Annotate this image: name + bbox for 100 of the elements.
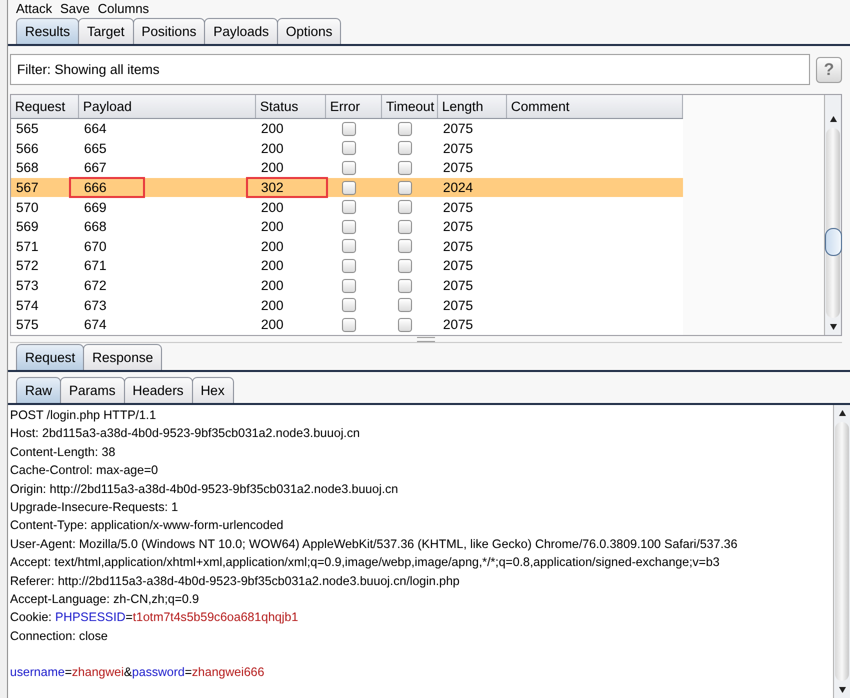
- column-header[interactable]: Payload: [79, 95, 256, 118]
- request-line: Accept-Language: zh-CN,zh;q=0.9: [10, 590, 200, 608]
- table-cell-text: 2075: [442, 296, 474, 315]
- checkbox[interactable]: [398, 239, 412, 254]
- request-line: User-Agent: Mozilla/5.0 (Windows NT 10.0; WOW64) AppleWebKit/537.36 (KHTML, like Gecko) Chrome/76.0.3809.100 Safari/537.36: [10, 536, 738, 553]
- column-header[interactable]: Timeout: [382, 95, 438, 118]
- request-line: Upgrade-Insecure-Requests: 1: [10, 498, 180, 516]
- tab[interactable]: Results: [16, 18, 80, 44]
- tab[interactable]: Positions: [132, 18, 206, 44]
- menu-item[interactable]: Attack: [16, 1, 52, 16]
- tab[interactable]: Payloads: [204, 18, 278, 44]
- tab[interactable]: Raw: [16, 377, 62, 403]
- table-cell-text: 200: [260, 257, 285, 276]
- table-cell-text: 670: [83, 238, 108, 256]
- scroll-down-icon[interactable]: [828, 322, 838, 331]
- tab[interactable]: Headers: [124, 377, 193, 403]
- table-cell-text: 568: [15, 159, 40, 178]
- splitter-handle[interactable]: [417, 336, 435, 342]
- tab[interactable]: Response: [83, 344, 162, 370]
- table-cell-text: 2075: [442, 140, 474, 158]
- table-cell-text: 2075: [442, 198, 474, 217]
- checkbox[interactable]: [398, 180, 412, 195]
- scrollbar-thumb[interactable]: [825, 228, 842, 256]
- checkbox[interactable]: [342, 278, 356, 293]
- table-cell-text: 2024: [442, 179, 474, 198]
- table-cell-text: 200: [260, 277, 285, 296]
- tab[interactable]: Target: [78, 18, 134, 44]
- table-row[interactable]: 567 666 302 2024: [11, 178, 683, 198]
- table-cell-text: 200: [260, 140, 285, 158]
- table-cell-text: 2075: [442, 218, 474, 236]
- scrollbar[interactable]: [833, 405, 850, 698]
- table-cell-text: 674: [83, 316, 108, 334]
- column-header[interactable]: Comment: [507, 95, 683, 118]
- checkbox[interactable]: [342, 200, 356, 214]
- table-cell-text: 200: [260, 198, 285, 217]
- table-cell-text: 668: [83, 218, 108, 236]
- table-cell-text: 565: [15, 120, 40, 138]
- checkbox[interactable]: [398, 141, 412, 156]
- checkbox[interactable]: [398, 220, 412, 234]
- request-line: Cache-Control: max-age=0: [10, 462, 159, 480]
- table-cell-text: 669: [83, 198, 108, 217]
- scroll-up-icon[interactable]: [838, 409, 846, 418]
- tab[interactable]: Hex: [192, 377, 234, 403]
- table-cell-text: 2075: [442, 277, 474, 296]
- checkbox[interactable]: [342, 180, 356, 195]
- menu-item[interactable]: Save: [60, 1, 90, 16]
- table-cell-text: 672: [83, 277, 108, 296]
- table-cell-text: 200: [260, 159, 285, 178]
- checkbox[interactable]: [398, 318, 412, 332]
- tab[interactable]: Request: [16, 344, 84, 370]
- scroll-down-icon[interactable]: [838, 685, 846, 694]
- checkbox[interactable]: [398, 258, 412, 273]
- tab[interactable]: Params: [60, 377, 125, 403]
- checkbox[interactable]: [342, 160, 356, 175]
- checkbox[interactable]: [342, 298, 356, 312]
- table-cell-text: 2075: [442, 238, 474, 256]
- table-cell-text: 667: [83, 159, 108, 178]
- column-header[interactable]: Length: [438, 95, 507, 118]
- checkbox[interactable]: [342, 258, 356, 273]
- table-cell-text: 574: [15, 296, 40, 315]
- table-cell-text: 2075: [442, 120, 474, 138]
- table-cell-text: 566: [15, 140, 40, 158]
- table-cell-text: 200: [260, 316, 285, 334]
- checkbox[interactable]: [342, 141, 356, 156]
- checkbox[interactable]: [342, 318, 356, 332]
- checkbox[interactable]: [398, 278, 412, 293]
- table-cell-text: 200: [260, 296, 285, 315]
- menu-item[interactable]: Columns: [98, 1, 150, 16]
- request-line: Connection: close: [10, 628, 109, 645]
- request-line: Accept: text/html,application/xhtml+xml,application/xml;q=0.9,image/webp,image/apng,*/*;q=0.8,application/signed-exchange;v=b3: [10, 554, 721, 572]
- request-body: username=zhangwei&password=zhangwei666: [10, 664, 266, 682]
- scroll-up-icon[interactable]: [828, 115, 838, 124]
- filter-bar[interactable]: Filter: Showing all items: [10, 54, 810, 85]
- help-button[interactable]: ?: [816, 56, 842, 82]
- request-line: Origin: http://2bd115a3-a38d-4b0d-9523-9bf35cb031a2.node3.buuoj.cn: [10, 480, 400, 498]
- table-cell-text: 200: [260, 120, 285, 138]
- table-cell-text: 200: [260, 218, 285, 236]
- checkbox[interactable]: [342, 220, 356, 234]
- table-cell-text: 671: [83, 257, 108, 276]
- checkbox[interactable]: [398, 160, 412, 175]
- request-line: Cookie: PHPSESSID=t1otm7t4s5b59c6oa681qhqjb1: [10, 609, 300, 626]
- column-header[interactable]: Status: [256, 95, 326, 118]
- tab[interactable]: Options: [276, 18, 342, 44]
- table-cell-text: 569: [15, 218, 40, 236]
- table-cell-text: 575: [15, 316, 40, 334]
- checkbox[interactable]: [398, 200, 412, 214]
- request-line: Referer: http://2bd115a3-a38d-4b0d-9523-9bf35cb031a2.node3.buuoj.cn/login.php: [10, 572, 461, 590]
- checkbox[interactable]: [342, 239, 356, 254]
- request-line: Host: 2bd115a3-a38d-4b0d-9523-9bf35cb031a2.node3.buuoj.cn: [10, 425, 361, 442]
- column-header[interactable]: Request: [11, 95, 79, 118]
- checkbox[interactable]: [398, 122, 412, 136]
- table-cell-text: 665: [83, 140, 108, 158]
- table-cell-text: 2075: [442, 316, 474, 334]
- request-line: POST /login.php HTTP/1.1: [10, 407, 158, 424]
- table-cell-text: 664: [83, 120, 108, 138]
- scrollbar[interactable]: [824, 95, 841, 335]
- checkbox[interactable]: [342, 122, 356, 136]
- table-cell-text: 567: [15, 179, 40, 198]
- column-header[interactable]: Error: [326, 95, 382, 118]
- checkbox[interactable]: [398, 298, 412, 312]
